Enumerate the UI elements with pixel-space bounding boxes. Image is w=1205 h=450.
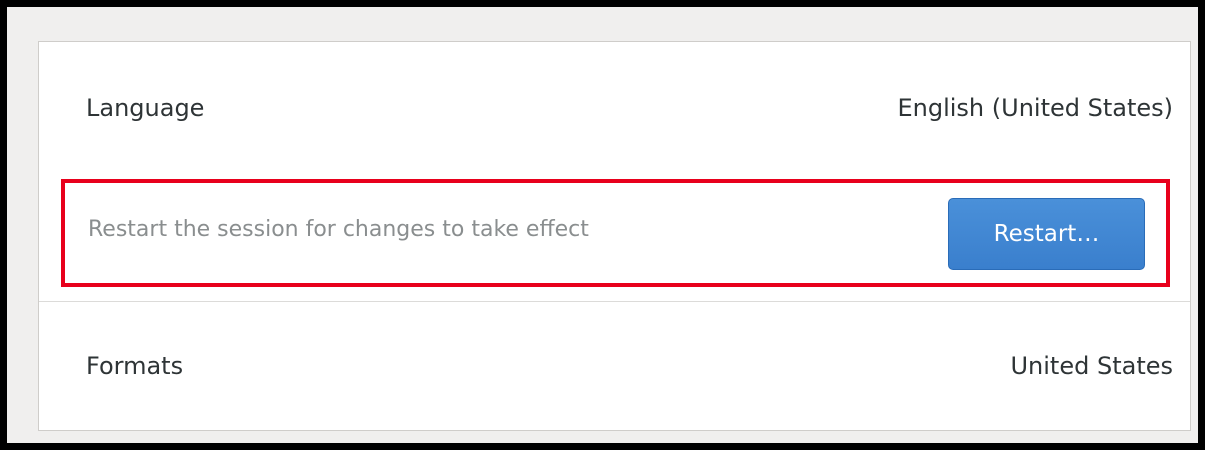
restart-notice-highlight: Restart the session for changes to take … <box>61 179 1170 287</box>
restart-message: Restart the session for changes to take … <box>88 217 589 242</box>
region-settings-panel: Language English (United States) Restart… <box>38 41 1191 431</box>
restart-button[interactable]: Restart… <box>948 198 1145 270</box>
language-label: Language <box>86 94 205 122</box>
formats-value[interactable]: United States <box>1010 352 1173 380</box>
formats-label: Formats <box>86 352 184 380</box>
screenshot-frame: Language English (United States) Restart… <box>0 0 1205 450</box>
language-value[interactable]: English (United States) <box>897 94 1173 122</box>
row-divider <box>39 301 1190 302</box>
